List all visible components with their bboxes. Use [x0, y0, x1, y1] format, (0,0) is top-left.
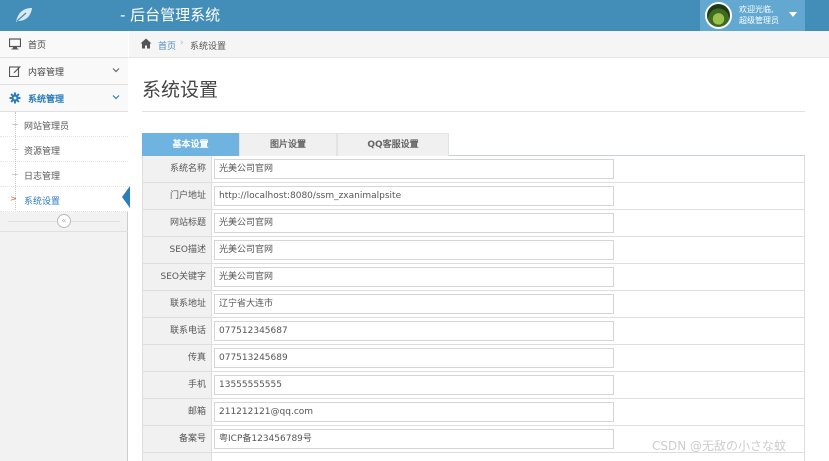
field-label	[143, 453, 212, 461]
breadcrumb: 首页 › 系统设置	[129, 31, 829, 58]
submenu-item-resources[interactable]: 资源管理	[0, 137, 128, 162]
user-menu[interactable]: 欢迎光临, 超级管理员	[700, 0, 805, 31]
sidebar-item-content[interactable]: 内容管理	[0, 58, 128, 85]
submenu-item-label: 系统设置	[24, 197, 61, 207]
welcome-line: 欢迎光临,	[739, 5, 774, 14]
form-row-seo-keywords: SEO关键字 光美公司官网	[143, 264, 804, 291]
tab-qq-service-settings[interactable]: QQ客服设置	[337, 133, 449, 156]
submenu-item-label: 日志管理	[24, 172, 61, 182]
form-row-email: 邮箱 211212121@qq.com	[143, 399, 804, 426]
system-name-input[interactable]: 光美公司官网	[214, 159, 614, 179]
watermark: CSDN @无敌の小さな蚊	[652, 439, 787, 453]
field-label: 邮箱	[143, 399, 212, 425]
field-label: 联系地址	[143, 291, 212, 317]
form-row-site-title: 网站标题 光美公司官网	[143, 210, 804, 237]
breadcrumb-separator: ›	[180, 38, 184, 48]
welcome-text: 欢迎光临, 超级管理员	[739, 4, 779, 26]
field-label: SEO关键字	[143, 264, 212, 290]
form-row-partial	[143, 453, 804, 461]
seo-description-input[interactable]: 光美公司官网	[214, 240, 614, 260]
gear-icon	[9, 92, 21, 104]
submenu-item-label: 网站管理员	[24, 122, 70, 132]
email-input[interactable]: 211212121@qq.com	[214, 402, 614, 422]
home-icon	[140, 38, 152, 49]
field-label: 网站标题	[143, 210, 212, 236]
breadcrumb-current: 系统设置	[190, 42, 227, 52]
form-row-fax: 传真 077513245689	[143, 345, 804, 372]
desktop-icon	[9, 38, 21, 50]
form-row-system-name: 系统名称 光美公司官网	[143, 156, 804, 183]
tab-image-settings[interactable]: 图片设置	[239, 133, 337, 156]
leaf-logo-icon[interactable]	[14, 6, 34, 24]
chevron-down-icon	[112, 95, 120, 100]
form-row-mobile: 手机 13555555555	[143, 372, 804, 399]
submenu-item-admins[interactable]: 网站管理员	[0, 112, 128, 137]
field-label: 联系电话	[143, 318, 212, 344]
sidebar-item-label: 首页	[28, 41, 47, 51]
seo-keywords-input[interactable]: 光美公司官网	[214, 267, 614, 287]
caret-down-icon[interactable]	[789, 12, 797, 17]
sidebar-item-system[interactable]: 系统管理	[0, 85, 128, 112]
field-label: 传真	[143, 345, 212, 371]
settings-form: 系统名称 光美公司官网 门户地址 http://localhost:8080/s…	[142, 156, 805, 461]
portal-url-input[interactable]: http://localhost:8080/ssm_zxanimalpsite	[214, 186, 614, 206]
sidebar-collapse-bar: «	[0, 212, 128, 232]
address-input[interactable]: 辽宁省大连市	[214, 294, 614, 314]
field-label: 门户地址	[143, 183, 212, 209]
field-label: SEO描述	[143, 237, 212, 263]
settings-tabs: 基本设置 图片设置 QQ客服设置	[142, 133, 805, 156]
edit-icon	[9, 66, 21, 77]
field-label: 备案号	[143, 426, 212, 452]
phone-input[interactable]: 077512345687	[214, 321, 614, 341]
divider	[142, 111, 805, 112]
app-title: - 后台管理系统	[120, 6, 221, 24]
page-title: 系统设置	[142, 79, 219, 101]
user-role: 超级管理员	[739, 16, 779, 25]
avatar[interactable]	[705, 2, 732, 29]
submenu-item-logs[interactable]: 日志管理	[0, 162, 128, 187]
form-row-address: 联系地址 辽宁省大连市	[143, 291, 804, 318]
submenu-item-settings[interactable]: > 系统设置	[0, 187, 128, 212]
submenu-item-label: 资源管理	[24, 147, 61, 157]
tree-line	[15, 112, 16, 210]
sidebar-item-label: 内容管理	[28, 68, 65, 78]
top-navbar: - 后台管理系统 欢迎光临, 超级管理员	[0, 0, 829, 31]
collapse-sidebar-icon[interactable]: «	[57, 214, 71, 228]
active-item-marker	[122, 186, 130, 208]
system-submenu: 网站管理员 资源管理 日志管理 > 系统设置	[0, 112, 128, 212]
breadcrumb-home-link[interactable]: 首页	[158, 39, 176, 52]
form-row-portal-url: 门户地址 http://localhost:8080/ssm_zxanimalp…	[143, 183, 804, 210]
field-label: 手机	[143, 372, 212, 398]
chevron-down-icon	[112, 68, 120, 73]
sidebar-item-home[interactable]: 首页	[0, 31, 128, 58]
icp-number-input[interactable]: 粤ICP备123456789号	[214, 429, 614, 449]
sidebar: 首页 内容管理 系统管理 网站管理员 资源管理 日志管理 > 系统设置 «	[0, 31, 130, 461]
form-row-seo-description: SEO描述 光美公司官网	[143, 237, 804, 264]
form-row-phone: 联系电话 077512345687	[143, 318, 804, 345]
site-title-input[interactable]: 光美公司官网	[214, 213, 614, 233]
sidebar-item-label: 系统管理	[28, 95, 65, 105]
field-label: 系统名称	[143, 156, 212, 182]
tab-basic-settings[interactable]: 基本设置	[142, 133, 239, 156]
fax-input[interactable]: 077513245689	[214, 348, 614, 368]
mobile-input[interactable]: 13555555555	[214, 375, 614, 395]
